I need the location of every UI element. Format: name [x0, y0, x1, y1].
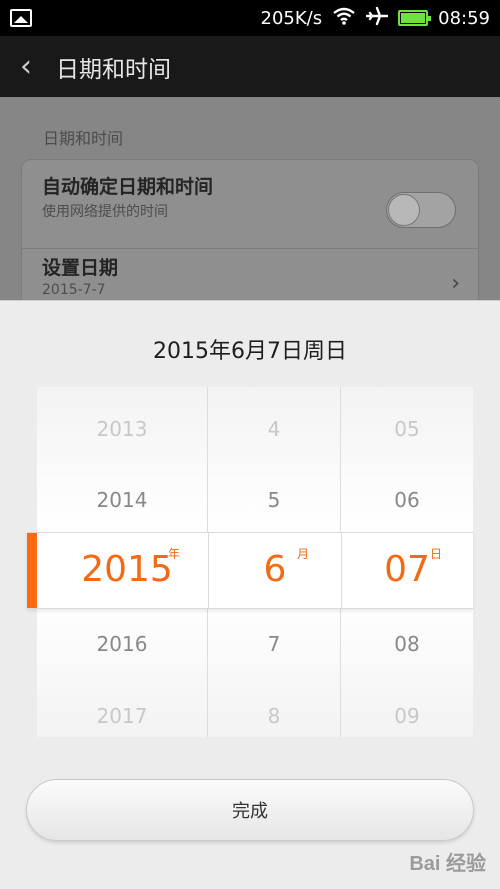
year-option[interactable]: 2014 — [37, 488, 207, 512]
picker-date-title: 2015年6月7日周日 — [153, 339, 347, 364]
status-bar: 205K/s 08:59 — [0, 0, 500, 36]
watermark: Bai 经验 — [409, 853, 486, 875]
section-label: 日期和时间 — [43, 129, 124, 148]
selection-band: 2015 年 6 月 07 日 — [27, 532, 473, 609]
set-date-title: 设置日期 — [42, 257, 119, 279]
month-option[interactable]: 4 — [208, 417, 340, 441]
app-header: ‹ 日期和时间 — [0, 36, 500, 97]
set-date-row[interactable]: 设置日期 2015-7-7 › — [22, 248, 478, 298]
auto-time-row[interactable]: 自动确定日期和时间 使用网络提供的时间 — [22, 172, 478, 228]
month-option[interactable]: 7 — [208, 632, 340, 656]
date-picker-sheet: 2015年6月7日周日 2013 2014 2016 2017 4 5 7 8 … — [0, 300, 500, 889]
year-option[interactable]: 2017 — [37, 704, 207, 728]
day-unit: 日 — [430, 547, 443, 561]
selection-divider — [208, 533, 209, 608]
month-unit: 月 — [297, 547, 310, 561]
month-option[interactable]: 8 — [208, 704, 340, 728]
image-notification-icon — [10, 9, 32, 27]
clock: 08:59 — [438, 7, 490, 29]
day-option[interactable]: 06 — [341, 488, 473, 512]
settings-card: 自动确定日期和时间 使用网络提供的时间 设置日期 2015-7-7 › — [21, 159, 479, 319]
year-unit: 年 — [168, 547, 181, 561]
airplane-mode-icon — [365, 6, 389, 30]
settings-page: 日期和时间 自动确定日期和时间 使用网络提供的时间 设置日期 2015-7-7 … — [0, 97, 500, 319]
day-option[interactable]: 09 — [341, 704, 473, 728]
set-date-value: 2015-7-7 — [42, 282, 106, 298]
auto-time-toggle[interactable] — [386, 192, 456, 228]
page-title: 日期和时间 — [56, 56, 171, 83]
battery-icon — [398, 10, 432, 26]
done-button[interactable]: 完成 — [26, 779, 474, 841]
selection-divider — [341, 533, 342, 608]
month-option[interactable]: 5 — [208, 488, 340, 512]
year-option[interactable]: 2016 — [37, 632, 207, 656]
day-option[interactable]: 05 — [341, 417, 473, 441]
wifi-icon — [332, 7, 356, 30]
back-icon[interactable]: ‹ — [20, 49, 56, 84]
selected-year[interactable]: 2015 — [72, 549, 182, 590]
selection-marker — [27, 533, 37, 608]
date-picker: 2013 2014 2016 2017 4 5 7 8 05 06 08 09 … — [27, 387, 473, 737]
selected-month[interactable]: 6 — [245, 549, 305, 590]
year-option[interactable]: 2013 — [37, 417, 207, 441]
day-option[interactable]: 08 — [341, 632, 473, 656]
chevron-right-icon: › — [451, 271, 460, 296]
network-speed: 205K/s — [260, 7, 323, 29]
toggle-knob — [388, 194, 420, 226]
